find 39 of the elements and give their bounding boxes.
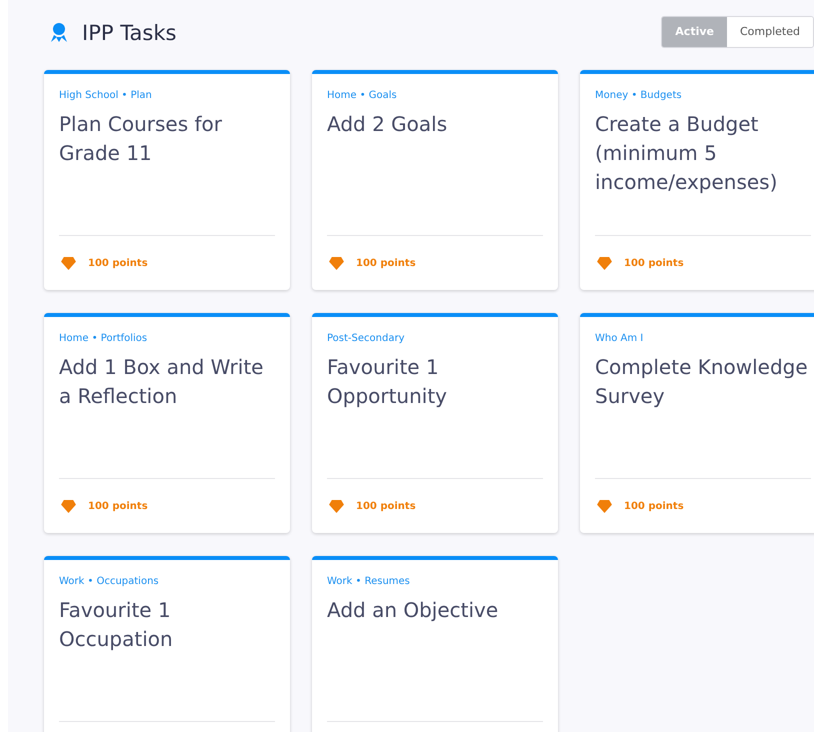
task-category: Home • Portfolios	[59, 333, 148, 344]
gem-icon	[329, 256, 344, 270]
award-icon	[48, 22, 70, 44]
task-card[interactable]: Home • Portfolios Add 1 Box and Write a Reflection 100 points	[44, 313, 290, 533]
points-label: 100 points	[356, 258, 416, 268]
task-category: High School • Plan	[59, 90, 153, 101]
task-card[interactable]: Post-Secondary Favourite 1 Opportunity 100 points	[312, 313, 558, 533]
points-label: 100 points	[356, 500, 416, 512]
task-title: Plan Courses for Grade 11	[59, 111, 224, 167]
gem-icon	[61, 256, 76, 270]
filter-tab[interactable]: Completed	[727, 16, 813, 46]
task-title: Favourite 1 Opportunity	[327, 354, 448, 410]
page-title: IPP Tasks	[82, 20, 178, 44]
task-category: Money • Budgets	[595, 90, 683, 101]
task-title: Add 2 Goals	[327, 111, 448, 138]
points-label: 100 points	[624, 500, 684, 512]
gem-icon	[329, 500, 344, 512]
task-card[interactable]: Work • Resumes Add an Objective	[312, 556, 558, 732]
task-category: Work • Resumes	[327, 576, 411, 587]
task-card[interactable]: Work • Occupations Favourite 1 Occupation	[44, 556, 290, 732]
gem-icon	[597, 256, 612, 270]
task-title: Complete Knowledge Survey	[595, 354, 809, 410]
task-title: Add 1 Box and Write a Reflection	[59, 354, 264, 410]
task-card[interactable]: High School • Plan Plan Courses for Grade 11 100 points	[44, 70, 290, 290]
task-title: Add an Objective	[327, 597, 500, 624]
task-title: Favourite 1 Occupation	[59, 597, 174, 653]
task-category: Home • Goals	[327, 90, 398, 101]
task-card[interactable]: Who Am I Complete Knowledge Survey 100 points	[580, 313, 814, 533]
points-label: 100 points	[624, 258, 684, 268]
points-label: 100 points	[88, 258, 148, 268]
task-card[interactable]: Money • Budgets Create a Budget (minimum 5 income/expenses) 100 points	[580, 70, 814, 290]
points-label: 100 points	[88, 500, 148, 512]
task-category: Who Am I	[595, 333, 644, 344]
task-category: Post-Secondary	[327, 333, 406, 344]
gem-icon	[597, 500, 612, 512]
task-title: Create a Budget (minimum 5 income/expenses)	[595, 111, 778, 196]
task-card[interactable]: Home • Goals Add 2 Goals 100 points	[312, 70, 558, 290]
task-category: Work • Occupations	[59, 576, 160, 587]
gem-icon	[61, 500, 76, 512]
